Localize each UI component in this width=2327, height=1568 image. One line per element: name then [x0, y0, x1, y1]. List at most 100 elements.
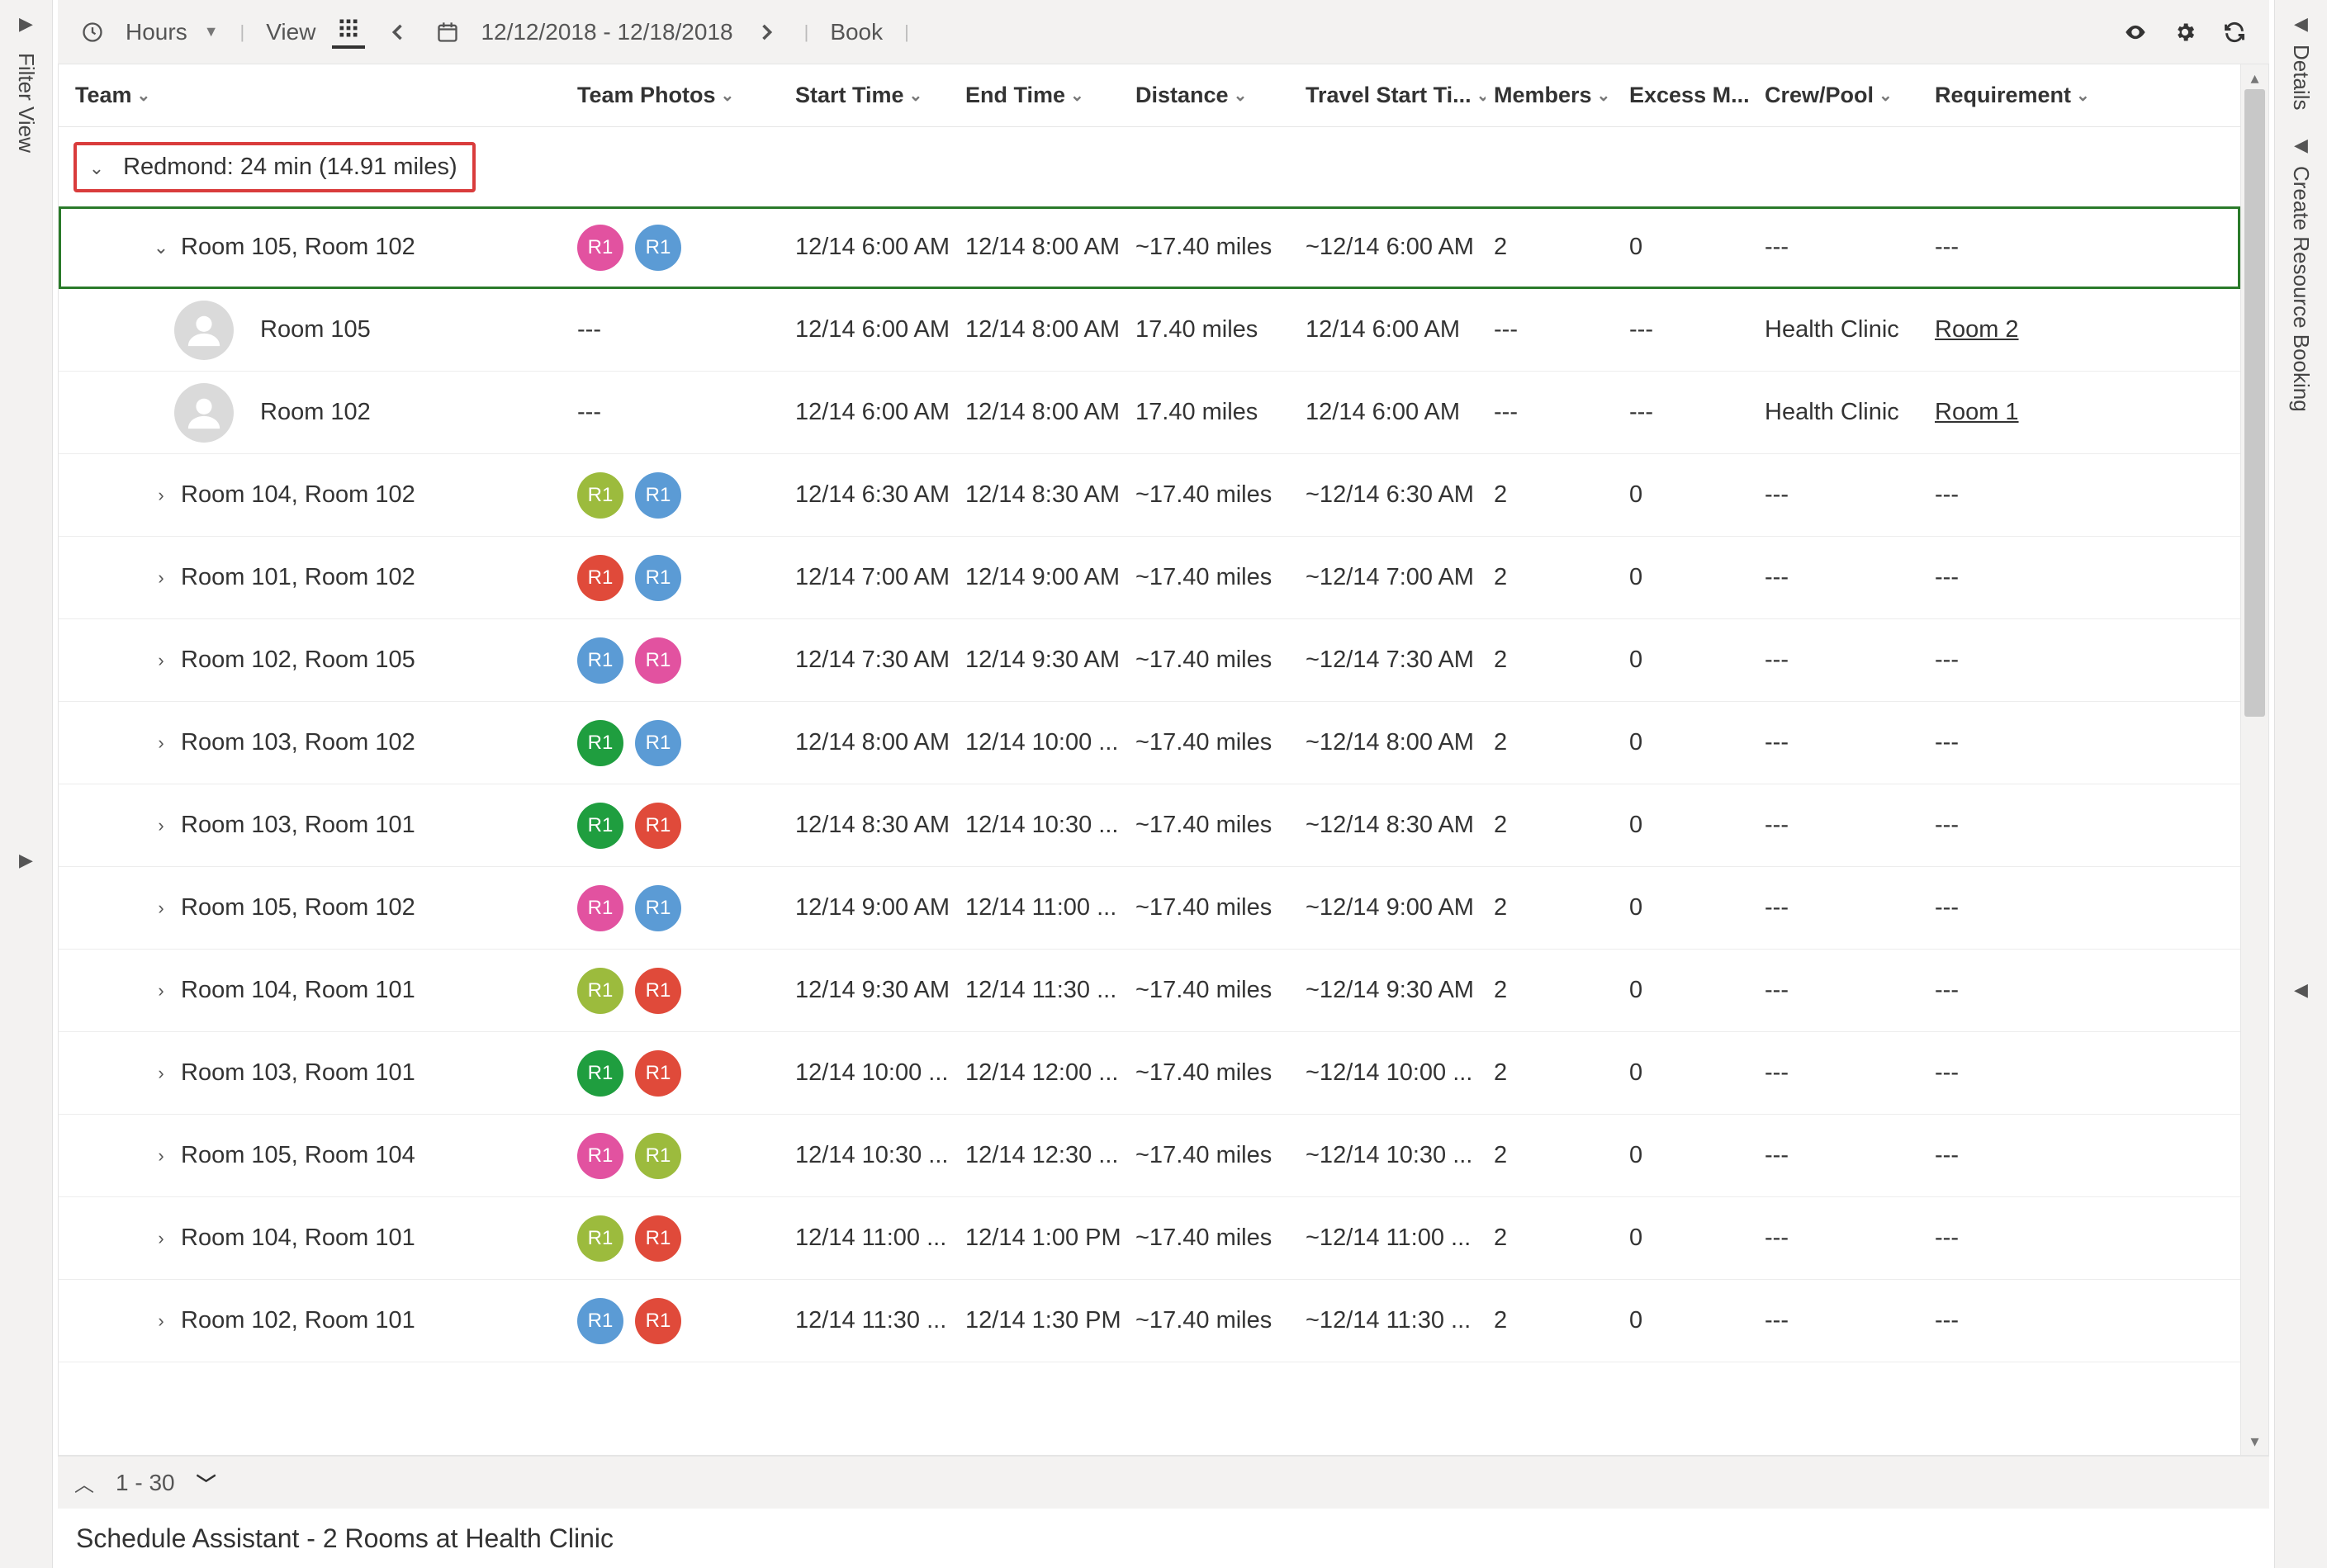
scroll-thumb[interactable]	[2244, 89, 2265, 717]
grid-view-icon[interactable]	[332, 16, 365, 49]
right-mid-arrow-icon[interactable]: ◀	[2294, 979, 2308, 1001]
cell-end: 12/14 9:30 AM	[957, 647, 1127, 674]
expand-right-icon-2[interactable]: ◀	[2294, 135, 2308, 156]
table-row-child[interactable]: Room 105---12/14 6:00 AM12/14 8:00 AM17.…	[59, 289, 2240, 372]
table-row[interactable]: ›Room 104, Room 101R1R112/14 11:00 ...12…	[59, 1197, 2240, 1280]
chevron-right-icon[interactable]: ›	[149, 1063, 173, 1084]
col-start[interactable]: Start Time⌄	[787, 83, 957, 108]
cell-photos: R1R1	[569, 803, 787, 849]
chevron-right-icon[interactable]: ›	[149, 650, 173, 671]
requirement-link[interactable]: Room 2	[1935, 316, 2019, 343]
avatar-badge: R1	[635, 885, 681, 931]
table-row[interactable]: ›Room 101, Room 102R1R112/14 7:00 AM12/1…	[59, 537, 2240, 619]
chevron-right-icon[interactable]: ›	[149, 980, 173, 1002]
prev-icon[interactable]	[382, 16, 415, 49]
pager-prev-icon[interactable]: ︿	[74, 1468, 94, 1497]
chevron-down-icon[interactable]: ⌄	[85, 158, 108, 179]
next-icon[interactable]	[750, 16, 783, 49]
col-photos[interactable]: Team Photos⌄	[569, 83, 787, 108]
col-trav[interactable]: Travel Start Ti...⌄	[1297, 83, 1486, 108]
create-booking-label[interactable]: Create Resource Booking	[2288, 166, 2314, 412]
cell-req: ---	[1927, 894, 2092, 921]
left-mid-arrow-icon[interactable]: ▶	[19, 850, 33, 871]
chevron-down-icon[interactable]: ▼	[204, 23, 219, 40]
cell-photos: R1R1	[569, 1133, 787, 1179]
avatar-badge: R1	[635, 555, 681, 601]
chevron-right-icon[interactable]: ›	[149, 1310, 173, 1332]
cell-trav: ~12/14 10:00 ...	[1297, 1059, 1486, 1087]
table-row[interactable]: ›Room 103, Room 102R1R112/14 8:00 AM12/1…	[59, 702, 2240, 784]
col-req[interactable]: Requirement⌄	[1927, 83, 2092, 108]
chevron-right-icon[interactable]: ›	[149, 898, 173, 919]
right-rail: ◀ Details ◀ Create Resource Booking ◀	[2274, 0, 2327, 1568]
cell-trav: 12/14 6:00 AM	[1297, 399, 1486, 426]
hours-dropdown[interactable]: Hours	[126, 19, 187, 45]
calendar-icon[interactable]	[431, 16, 464, 49]
cell-crew: Health Clinic	[1756, 316, 1927, 343]
cell-team: › Room 104, Room 101	[59, 977, 569, 1004]
cell-trav: ~12/14 10:30 ...	[1297, 1142, 1486, 1169]
chevron-right-icon[interactable]: ›	[149, 1228, 173, 1249]
scroll-up-icon[interactable]: ▴	[2241, 68, 2268, 88]
vertical-scrollbar[interactable]: ▴ ▾	[2240, 64, 2268, 1455]
chevron-down-icon[interactable]: ⌄	[149, 237, 173, 258]
col-end[interactable]: End Time⌄	[957, 83, 1127, 108]
table-row[interactable]: ›Room 104, Room 101R1R112/14 9:30 AM12/1…	[59, 950, 2240, 1032]
cell-crew: ---	[1756, 647, 1927, 674]
chevron-down-icon: ⌄	[1597, 85, 1611, 106]
scroll-down-icon[interactable]: ▾	[2241, 1431, 2268, 1452]
cell-mem: 2	[1486, 647, 1621, 674]
table-row[interactable]: ›Room 105, Room 104R1R112/14 10:30 ...12…	[59, 1115, 2240, 1197]
cell-team: Room 105	[59, 301, 569, 360]
cell-dist: 17.40 miles	[1127, 316, 1297, 343]
person-icon	[174, 383, 234, 443]
group-row[interactable]: ⌄ Redmond: 24 min (14.91 miles)	[59, 127, 2240, 206]
cell-dist: ~17.40 miles	[1127, 894, 1297, 921]
expand-right-icon[interactable]: ◀	[2294, 13, 2308, 35]
cell-req: ---	[1927, 481, 2092, 509]
cell-team: ›Room 103, Room 102	[59, 729, 569, 756]
chevron-right-icon[interactable]: ›	[149, 567, 173, 589]
table-row[interactable]: ›Room 103, Room 101R1R112/14 10:00 ...12…	[59, 1032, 2240, 1115]
eye-icon[interactable]	[2119, 16, 2152, 49]
expand-left-icon[interactable]: ▶	[19, 13, 33, 35]
pager-next-icon[interactable]: ﹀	[197, 1468, 216, 1497]
avatar-badge: R1	[577, 225, 623, 271]
avatar-badge: R1	[577, 472, 623, 519]
cell-start: 12/14 11:00 ...	[787, 1225, 957, 1252]
cell-crew: ---	[1756, 234, 1927, 261]
col-ex[interactable]: Excess M...⌄	[1621, 83, 1756, 108]
cell-req: ---	[1927, 812, 2092, 839]
table-row[interactable]: ⌄Room 105, Room 102R1R112/14 6:00 AM12/1…	[59, 206, 2240, 289]
chevron-right-icon[interactable]: ›	[149, 732, 173, 754]
cell-end: 12/14 8:00 AM	[957, 234, 1127, 261]
cell-photos: R1R1	[569, 1050, 787, 1097]
col-team[interactable]: Team⌄	[59, 83, 569, 108]
col-dist[interactable]: Distance⌄	[1127, 83, 1297, 108]
col-mem[interactable]: Members⌄	[1486, 83, 1621, 108]
date-range[interactable]: 12/12/2018 - 12/18/2018	[481, 19, 732, 45]
chevron-down-icon: ⌄	[1476, 85, 1486, 106]
table-row-child[interactable]: Room 102---12/14 6:00 AM12/14 8:00 AM17.…	[59, 372, 2240, 454]
book-button[interactable]: Book	[830, 19, 883, 45]
table-row[interactable]: ›Room 105, Room 102R1R112/14 9:00 AM12/1…	[59, 867, 2240, 950]
table-row[interactable]: ›Room 104, Room 102R1R112/14 6:30 AM12/1…	[59, 454, 2240, 537]
chevron-right-icon[interactable]: ›	[149, 1145, 173, 1167]
team-label: Room 104, Room 101	[181, 977, 415, 1004]
table-row[interactable]: ›Room 102, Room 105R1R112/14 7:30 AM12/1…	[59, 619, 2240, 702]
cell-crew: ---	[1756, 977, 1927, 1004]
cell-req: ---	[1927, 234, 2092, 261]
chevron-right-icon[interactable]: ›	[149, 485, 173, 506]
requirement-link[interactable]: Room 1	[1935, 399, 2019, 426]
gear-icon[interactable]	[2168, 16, 2201, 49]
refresh-icon[interactable]	[2218, 16, 2251, 49]
table-row[interactable]: ›Room 102, Room 101R1R112/14 11:30 ...12…	[59, 1280, 2240, 1362]
table-row[interactable]: ›Room 103, Room 101R1R112/14 8:30 AM12/1…	[59, 784, 2240, 867]
chevron-right-icon[interactable]: ›	[149, 815, 173, 836]
avatar-badge: R1	[635, 225, 681, 271]
cell-trav: 12/14 6:00 AM	[1297, 316, 1486, 343]
filter-view-label[interactable]: Filter View	[13, 53, 39, 153]
col-crew[interactable]: Crew/Pool⌄	[1756, 83, 1927, 108]
cell-photos: R1 R1	[569, 225, 787, 271]
details-label[interactable]: Details	[2288, 45, 2314, 110]
